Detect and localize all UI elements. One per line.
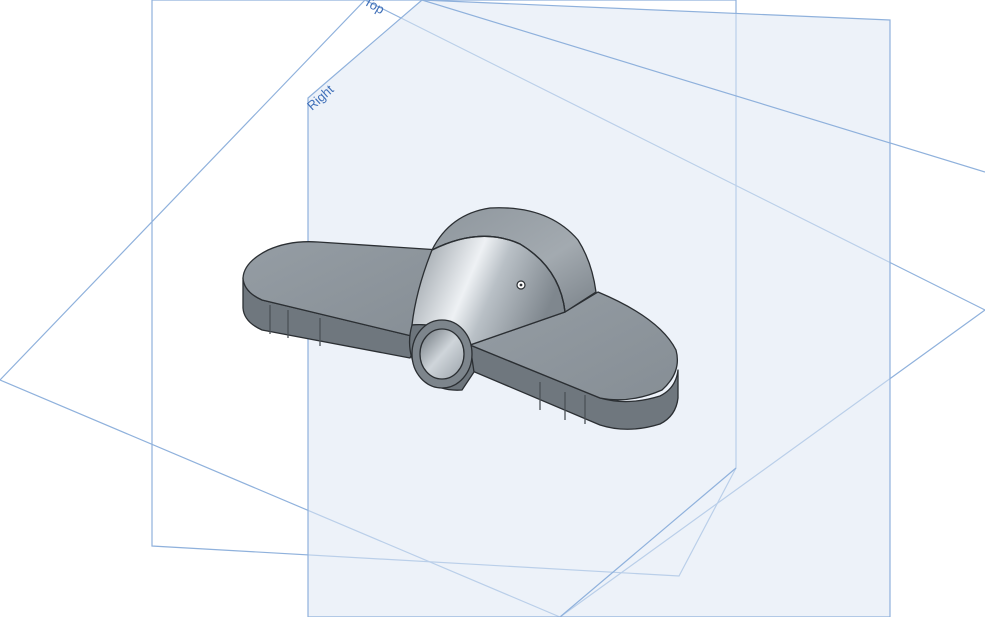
origin-marker-icon[interactable] <box>516 280 526 290</box>
viewport-canvas[interactable]: Top Right <box>0 0 985 617</box>
cad-3d-viewport[interactable]: Top Right <box>0 0 985 617</box>
